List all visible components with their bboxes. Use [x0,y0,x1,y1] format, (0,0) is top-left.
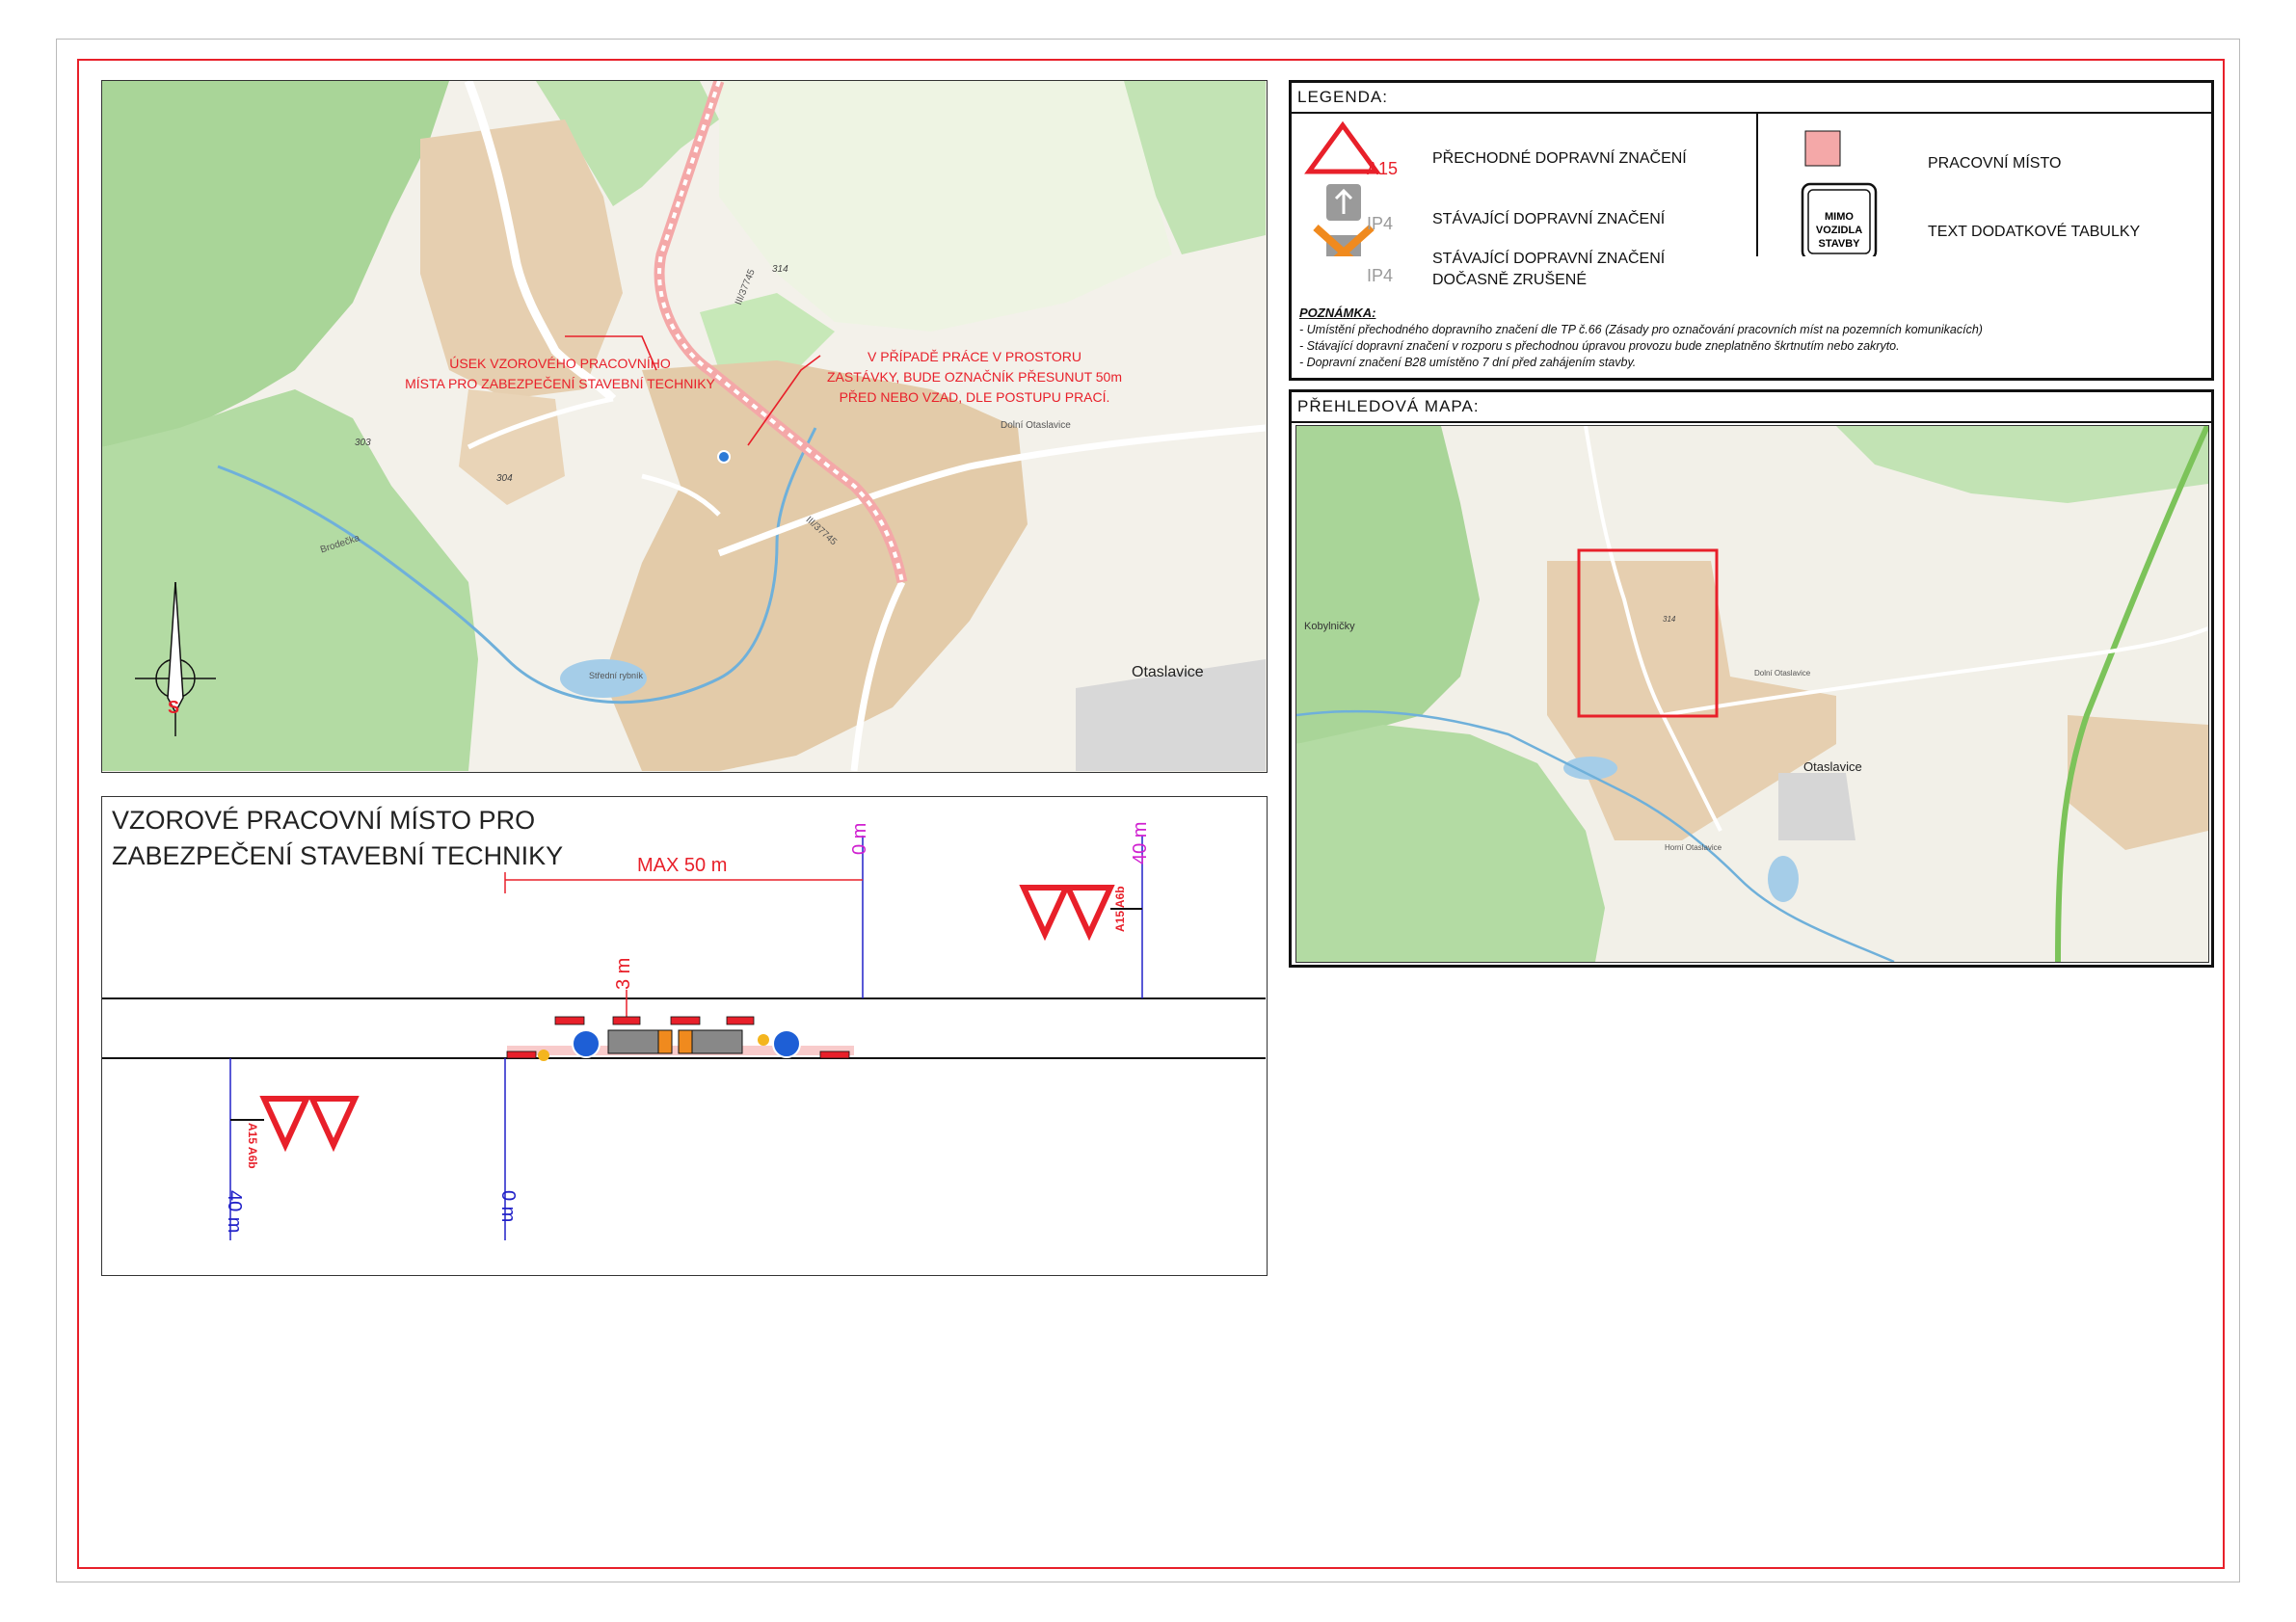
ov-pond [1768,856,1799,902]
overview-map: Kobylničky Otaslavice Dolní Otaslavice H… [1295,425,2209,963]
sign-top-a6b [1063,885,1115,942]
ov-highway [2055,426,2208,962]
pond-label: Střední rybník [589,671,644,680]
legend-text-work-zone: PRACOVNÍ MÍSTO [1928,155,2062,172]
overview-box: PŘEHLEDOVÁ MAPA: Kobylničky Otaslavice D… [1289,389,2214,968]
dim-zero-top: 0 m [849,822,870,855]
legend-header: LEGENDA: [1292,83,2211,114]
note-bus-stop: V PŘÍPADĚ PRÁCE V PROSTORU ZASTÁVKY, BUD… [827,349,1122,405]
ov-forest-ne [1836,426,2208,503]
dim-forty-bottom: 40 m [224,1190,245,1234]
dim-zero-bottom: 0 m [497,1190,519,1223]
work-site-diagram: VZOROVÉ PRACOVNÍ MÍSTO PRO ZABEZPEČENÍ S… [101,796,1268,1276]
work-zone-group [506,1016,854,1061]
built-area-village-west [459,389,565,505]
legend-note-2: - Stávající dopravní značení v rozporu s… [1299,339,1900,353]
ov-forest-west [1296,426,1480,744]
elevation-314: 314 [772,264,788,275]
legend-work-zone-swatch [1804,130,1841,167]
overview-graphics [1296,426,2208,962]
ov-industrial [1778,773,1855,840]
legend-text-plate: TEXT DODATKOVÉ TABULKY [1928,224,2141,240]
ov-built-east [2068,715,2208,850]
sign-bottom-a15 [307,1096,360,1153]
ov-label-horni: Horní Otaslavice [1665,843,1722,852]
legend-text-temporary: PŘECHODNÉ DOPRAVNÍ ZNAČENÍ [1432,150,1687,167]
north-arrow-letter: S [168,698,180,717]
ov-road-east [1662,626,2208,717]
town-label-otaslavice: Otaslavice [1132,664,1204,680]
overview-header: PŘEHLEDOVÁ MAPA: [1292,392,2211,423]
bus-stop-marker [717,450,731,464]
ov-label-dolni: Dolní Otaslavice [1754,669,1811,678]
elevation-303: 303 [355,438,371,448]
built-area-village-center [603,360,1028,771]
ov-label-elev: 314 [1663,615,1676,624]
legend-text-cancelled: STÁVAJÍCÍ DOPRAVNÍ ZNAČENÍ DOČASNĚ ZRUŠE… [1432,251,1666,288]
dim-three-m: 3 m [613,957,634,990]
legend-text-existing: STÁVAJÍCÍ DOPRAVNÍ ZNAČENÍ [1432,211,1666,227]
legend-note-title: POZNÁMKA: [1299,306,1376,320]
diagram-title: VZOROVÉ PRACOVNÍ MÍSTO PRO ZABEZPEČENÍ S… [112,806,564,870]
legend-code-a15: A15 [1367,159,1399,178]
dim-forty-top: 40 m [1130,821,1151,864]
sign-bottom-a6b [259,1096,311,1153]
legend-note-3: - Dopravní značení B28 umístěno 7 dní př… [1299,356,1637,369]
legend-note-1: - Umístění přechodného dopravního značen… [1299,323,1983,336]
legend-code-ip4: IP4 [1367,214,1394,233]
legend-box: LEGENDA: A15 PŘECHODNÉ DOPRAVNÍ ZNAČENÍ … [1289,80,2214,381]
legend-plate-text: MIMO VOZIDLA STAVBY [1815,211,1863,250]
dim-max-label: MAX 50 m [637,855,728,876]
ov-label-otaslavice: Otaslavice [1803,759,1862,774]
note-work-section: ÚSEK VZOROVÉHO PRACOVNÍHO MÍSTA PRO ZABE… [405,356,715,391]
legend-code-ip4-cancelled: IP4 [1367,266,1394,285]
sign-top-codes: A15 A6b [1113,886,1127,932]
elevation-304: 304 [496,473,513,484]
main-map-graphics [102,81,1266,771]
sign-top-a15 [1019,885,1071,942]
sign-bottom-codes: A15 A6b [246,1123,259,1169]
village-label-dolni: Dolní Otaslavice [1001,420,1071,431]
main-map: ÚSEK VZOROVÉHO PRACOVNÍHO MÍSTA PRO ZABE… [101,80,1268,773]
fields-east [719,81,1172,332]
forest-area-southwest [102,389,478,771]
ov-label-kobylnicky: Kobylničky [1304,621,1355,632]
